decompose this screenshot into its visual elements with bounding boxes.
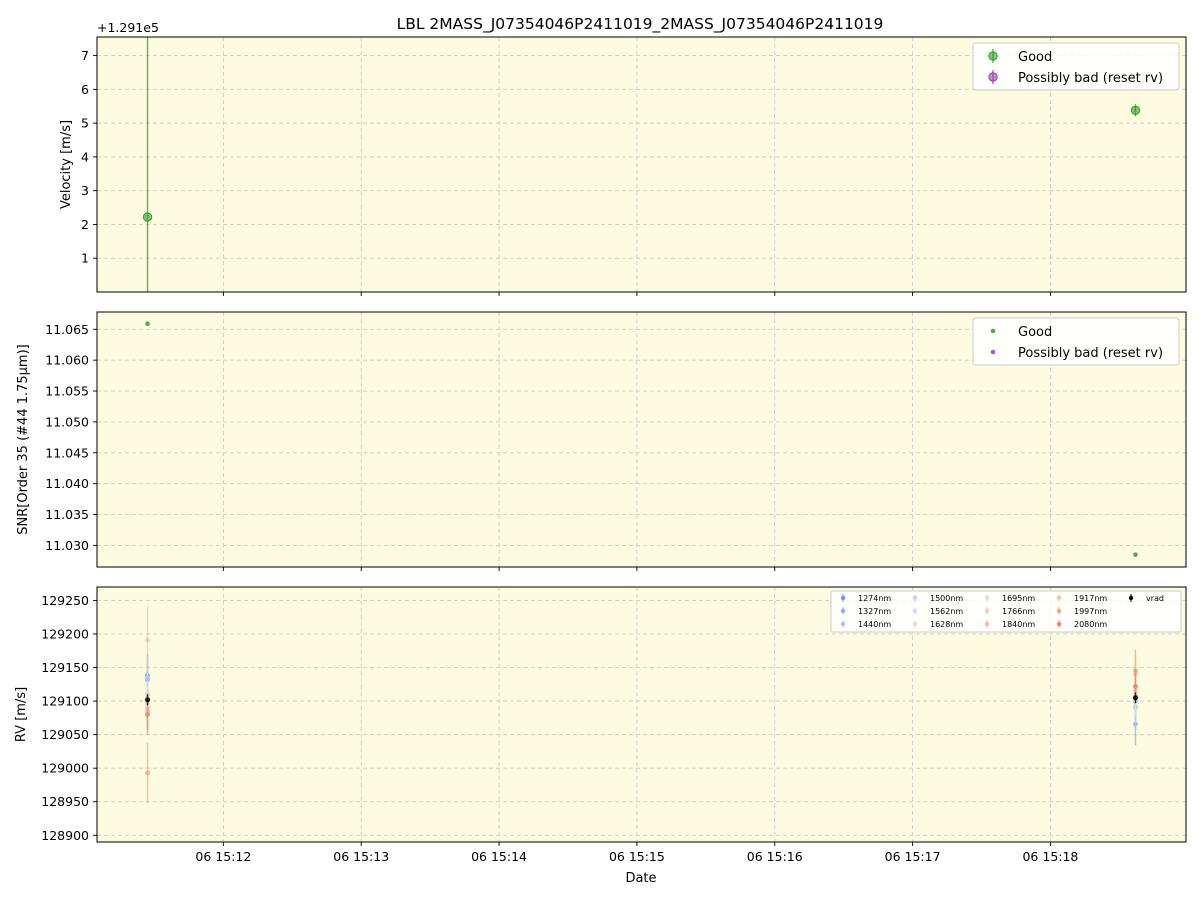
legend-label: 1327nm: [858, 607, 891, 616]
y-axis-label: RV [m/s]: [14, 687, 29, 742]
y-tick-label: 129200: [41, 626, 89, 641]
data-point: [145, 770, 150, 776]
legend-label: 1440nm: [858, 620, 891, 629]
x-tick-label: 06 15:16: [747, 849, 803, 864]
y-axis-label: SNR[Order 35 (#44 1.75μm)]: [16, 344, 31, 535]
legend-label: Good: [1018, 50, 1052, 65]
figure-title: LBL 2MASS_J07354046P2411019_2MASS_J07354…: [397, 15, 884, 34]
legend-label: 1562nm: [930, 607, 963, 616]
legend-marker: [988, 51, 998, 61]
legend: Good Possibly bad (reset rv): [972, 317, 1180, 366]
y-tick-label: 11.045: [45, 445, 89, 460]
legend: Good Possibly bad (reset rv): [972, 42, 1180, 91]
data-point: [142, 212, 153, 222]
y-tick-label: 129000: [41, 761, 89, 776]
x-tick-label: 06 15:14: [471, 849, 527, 864]
legend-label: Possibly bad (reset rv): [1018, 346, 1163, 361]
y-tick-label: 129250: [41, 593, 89, 608]
legend-label: 1695nm: [1002, 594, 1035, 603]
x-tick-label: 06 15:17: [885, 849, 941, 864]
legend-label: 2080nm: [1074, 620, 1107, 629]
legend-marker: [984, 608, 990, 614]
legend-marker: [1056, 621, 1062, 627]
legend-label: 1500nm: [930, 594, 963, 603]
legend-marker: [912, 595, 918, 601]
legend-marker: [840, 595, 846, 601]
y-tick-label: 128900: [41, 828, 89, 843]
y-tick-label: 11.065: [45, 322, 89, 337]
legend: 1274nm 1327nm 1440nm 1500nm 1562nm 1628nm 1695…: [830, 590, 1182, 633]
legend-marker: [988, 72, 998, 82]
x-axis-label: Date: [625, 871, 656, 886]
legend-marker: [984, 621, 990, 627]
legend-marker: [912, 608, 918, 614]
panel-2: 11.030 11.035 11.040 11.045 11.050 11.055 11.0…: [16, 311, 1187, 571]
y-tick-label: 129150: [41, 660, 89, 675]
y-axis-label: Velocity [m/s]: [59, 120, 74, 209]
x-tick-label: 06 15:13: [333, 849, 389, 864]
legend-label: 1917nm: [1074, 594, 1107, 603]
x-tick-label: 06 15:12: [195, 849, 251, 864]
data-point: [144, 697, 151, 703]
data-point: [1130, 105, 1141, 115]
data-point: [1132, 695, 1139, 701]
data-point: [145, 637, 150, 643]
y-tick-label: 11.035: [45, 507, 89, 522]
legend-marker: [984, 595, 990, 601]
y-tick-label: 11.040: [45, 476, 89, 491]
figure: LBL 2MASS_J07354046P2411019_2MASS_J07354…: [14, 15, 1187, 886]
panels: 1 2 3 4 5 6 7 Velocity [m/s] +1.291e5 Good Possibl…: [14, 20, 1187, 864]
x-tick-label: 06 15:15: [609, 849, 665, 864]
legend-marker: [1056, 595, 1062, 601]
data-point: [145, 712, 150, 717]
data-point: [1133, 552, 1138, 557]
legend-marker: [1056, 608, 1062, 614]
legend-label: 1628nm: [930, 620, 963, 629]
y-tick-label: 4: [81, 149, 89, 164]
legend-marker: [990, 328, 996, 334]
legend-label: Good: [1018, 325, 1052, 340]
y-tick-label: 11.060: [45, 353, 89, 368]
legend-marker: [912, 621, 918, 627]
legend-label: 1274nm: [858, 594, 891, 603]
y-tick-label: 2: [81, 217, 89, 232]
y-offset-label: +1.291e5: [97, 20, 159, 35]
y-tick-label: 5: [81, 116, 89, 131]
legend-label: 1997nm: [1074, 607, 1107, 616]
legend-label: 1766nm: [1002, 607, 1035, 616]
y-tick-label: 1: [81, 251, 89, 266]
y-tick-label: 3: [81, 183, 89, 198]
y-tick-label: 6: [81, 82, 89, 97]
x-tick-label: 06 15:18: [1022, 849, 1078, 864]
y-tick-label: 7: [81, 48, 89, 63]
legend-label: vrad: [1146, 594, 1164, 603]
data-point: [1133, 683, 1138, 689]
y-tick-label: 129050: [41, 727, 89, 742]
legend-marker: [990, 349, 996, 355]
legend-marker: [1128, 595, 1134, 601]
y-tick-label: 128950: [41, 794, 89, 809]
legend-marker: [840, 621, 846, 627]
legend-label: Possibly bad (reset rv): [1018, 71, 1163, 86]
y-tick-label: 11.055: [45, 384, 89, 399]
data-point: [145, 321, 150, 327]
y-tick-label: 11.030: [45, 538, 89, 553]
legend-marker: [840, 608, 846, 614]
legend-label: 1840nm: [1002, 620, 1035, 629]
panel-3: 06 15:12 06 15:13 06 15:14 06 15:15 06 15:16…: [14, 586, 1187, 864]
y-tick-label: 11.050: [45, 414, 89, 429]
y-tick-label: 129100: [41, 694, 89, 709]
